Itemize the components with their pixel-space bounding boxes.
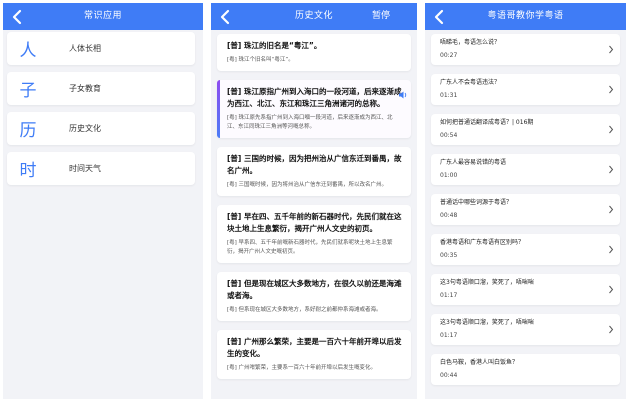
category-item-history[interactable]: 历 历史文化	[7, 112, 195, 145]
top-bar: 常识应用	[3, 3, 203, 30]
lesson-duration: 01:00	[440, 172, 458, 179]
mandarin-text: [普] 但是现在城区大多数地方，在很久以前还是海滩或者海。	[227, 279, 402, 300]
active-indicator	[217, 80, 220, 138]
chevron-right-icon	[609, 285, 614, 294]
chevron-right-icon	[609, 125, 614, 134]
page-title: 粤语哥教你学粤语	[487, 11, 564, 21]
lesson-duration: 01:31	[440, 92, 458, 99]
sentence-card[interactable]: [普] 珠江的旧名是“粤江”。 [粤] 珠江个旧名叫“粤江”。	[217, 34, 411, 71]
category-label: 历史文化	[69, 124, 101, 133]
cantonese-text: [粤] 但系现在城区大多数地方，系好耐之前都仲系海滩或者海。	[227, 307, 382, 313]
lesson-item[interactable]: 广东人最容易说错的粤语 01:00	[431, 154, 620, 185]
sentence-card[interactable]: [普] 广州那么繁荣，主要是一百六十年前开埠以后发生的变化。 [粤] 广州咁繁荣…	[217, 330, 411, 379]
page-title: 常识应用	[83, 11, 122, 21]
sentence-card[interactable]: [普] 三国的时候，因为把州治从广信东迁到番禺，故名广州。 [粤] 三国嘅时候，…	[217, 147, 411, 196]
lesson-item[interactable]: 香港粤语和广东粤语有区别吗？ 00:35	[431, 234, 620, 265]
lesson-title: 如何把普通话翻译成粤语？| 016期	[440, 119, 534, 126]
lesson-duration: 00:35	[440, 252, 458, 259]
chevron-right-icon	[609, 85, 614, 94]
cantonese-text: [粤] 早系四、五千年前嘅新石器时代，先民们就系呢块土地上生息繁衍，揭开广州人文…	[227, 240, 393, 255]
speaker-icon[interactable]	[398, 90, 408, 100]
category-item-body[interactable]: 人 人体长相	[7, 32, 195, 65]
lesson-title: 广东人最容易说错的粤语	[440, 159, 507, 166]
lesson-duration: 01:17	[440, 332, 458, 339]
top-bar: 粤语哥教你学粤语	[425, 3, 626, 30]
chevron-right-icon	[609, 45, 614, 54]
cantonese-text: [粤] 三国嘅时候，因为将州治从广信东迁到番禺，所以改名广州。	[227, 182, 388, 188]
category-char: 历	[19, 121, 37, 141]
chevron-right-icon	[609, 205, 614, 214]
category-label: 时间天气	[69, 164, 101, 173]
lesson-duration: 00:54	[440, 132, 458, 139]
lesson-item[interactable]: 普通话中哪些词源于粤语？ 00:48	[431, 194, 620, 225]
chevron-right-icon	[609, 165, 614, 174]
lesson-title: 唔睇毛，粤语怎么说？	[440, 39, 501, 46]
lesson-screen: 粤语哥教你学粤语 唔睇毛，粤语怎么说？ 00:27 广东人不会粤语违法？ 01:…	[425, 3, 626, 399]
mandarin-text: [普] 珠江原指广州到入海口的一段河道，后来逐渐成为西江、北江、东江和珠江三角洲…	[227, 87, 402, 108]
category-label: 子女教育	[69, 84, 101, 93]
cantonese-text: [粤] 珠江个旧名叫“粤江”。	[227, 57, 294, 63]
category-char: 人	[19, 41, 37, 61]
cantonese-text: [粤] 广州咁繁荣，主要系一百六十年前开埠以后发生嘅变化。	[227, 365, 377, 371]
category-char: 子	[19, 81, 37, 101]
category-item-children[interactable]: 子 子女教育	[7, 72, 195, 105]
lesson-title: 白色马鞍，香港人叫白饭鱼？	[440, 359, 519, 366]
sentence-screen: 历史文化 暂停 [普] 珠江的旧名是“粤江”。 [粤] 珠江个旧名叫“粤江”。 …	[211, 3, 417, 399]
lesson-item[interactable]: 广东人不会粤语违法？ 01:31	[431, 74, 620, 105]
mandarin-text: [普] 三国的时候，因为把州治从广信东迁到番禺，故名广州。	[227, 154, 402, 175]
sentence-card[interactable]: [普] 早在四、五千年前的新石器时代，先民们就在这块土地上生息繁衍，揭开广州人文…	[217, 205, 411, 263]
category-list: 人 人体长相 子 子女教育 历 历史文化 时 时间天气	[3, 30, 203, 185]
mandarin-text: [普] 珠江的旧名是“粤江”。	[227, 41, 322, 50]
mandarin-text: [普] 广州那么繁荣，主要是一百六十年前开埠以后发生的变化。	[227, 337, 402, 358]
sentence-list: [普] 珠江的旧名是“粤江”。 [粤] 珠江个旧名叫“粤江”。 [普] 珠江原指…	[211, 30, 417, 379]
lesson-title: 香港粤语和广东粤语有区别吗？	[440, 239, 525, 246]
sentence-card-active[interactable]: [普] 珠江原指广州到入海口的一段河道，后来逐渐成为西江、北江、东江和珠江三角洲…	[217, 80, 411, 138]
lesson-duration: 00:27	[440, 52, 458, 59]
category-char: 时	[19, 161, 37, 181]
cantonese-text: [粤] 珠江原先系指广州到入海口嗰一段河道，后来逐渐成为西江、北江、东江同珠江三…	[227, 115, 393, 130]
category-label: 人体长相	[69, 44, 101, 53]
category-screen: 常识应用 人 人体长相 子 子女教育 历 历史文化 时 时间天气	[3, 3, 203, 399]
lesson-title: 普通话中哪些词源于粤语？	[440, 199, 513, 206]
lesson-title: 这3句粤语顺口溜，笑死了，唔啱啱	[440, 319, 534, 326]
lesson-item[interactable]: 如何把普通话翻译成粤语？| 016期 00:54	[431, 114, 620, 145]
lesson-title: 这3句粤语顺口溜，笑死了，唔啱啱	[440, 279, 534, 286]
lesson-duration: 00:44	[440, 372, 458, 379]
sentence-card[interactable]: [普] 但是现在城区大多数地方，在很久以前还是海滩或者海。 [粤] 但系现在城区…	[217, 272, 411, 321]
lesson-item[interactable]: 白色马鞍，香港人叫白饭鱼？ 00:44	[431, 354, 620, 385]
lesson-duration: 01:17	[440, 292, 458, 299]
lesson-item[interactable]: 这3句粤语顺口溜，笑死了，唔啱啱 01:17	[431, 314, 620, 345]
chevron-right-icon	[609, 245, 614, 254]
lesson-duration: 00:48	[440, 212, 458, 219]
lesson-list: 唔睇毛，粤语怎么说？ 00:27 广东人不会粤语违法？ 01:31 如何把普通话…	[425, 30, 626, 385]
category-item-time-weather[interactable]: 时 时间天气	[7, 152, 195, 185]
mandarin-text: [普] 早在四、五千年前的新石器时代，先民们就在这块土地上生息繁衍，揭开广州人文…	[227, 212, 402, 233]
top-bar: 历史文化 暂停	[211, 3, 417, 30]
lesson-item[interactable]: 这3句粤语顺口溜，笑死了，唔啱啱 01:17	[431, 274, 620, 305]
chevron-right-icon	[609, 325, 614, 334]
lesson-title: 广东人不会粤语违法？	[440, 79, 501, 86]
lesson-item[interactable]: 唔睇毛，粤语怎么说？ 00:27	[431, 34, 620, 65]
pause-button[interactable]: 暂停	[372, 3, 390, 30]
